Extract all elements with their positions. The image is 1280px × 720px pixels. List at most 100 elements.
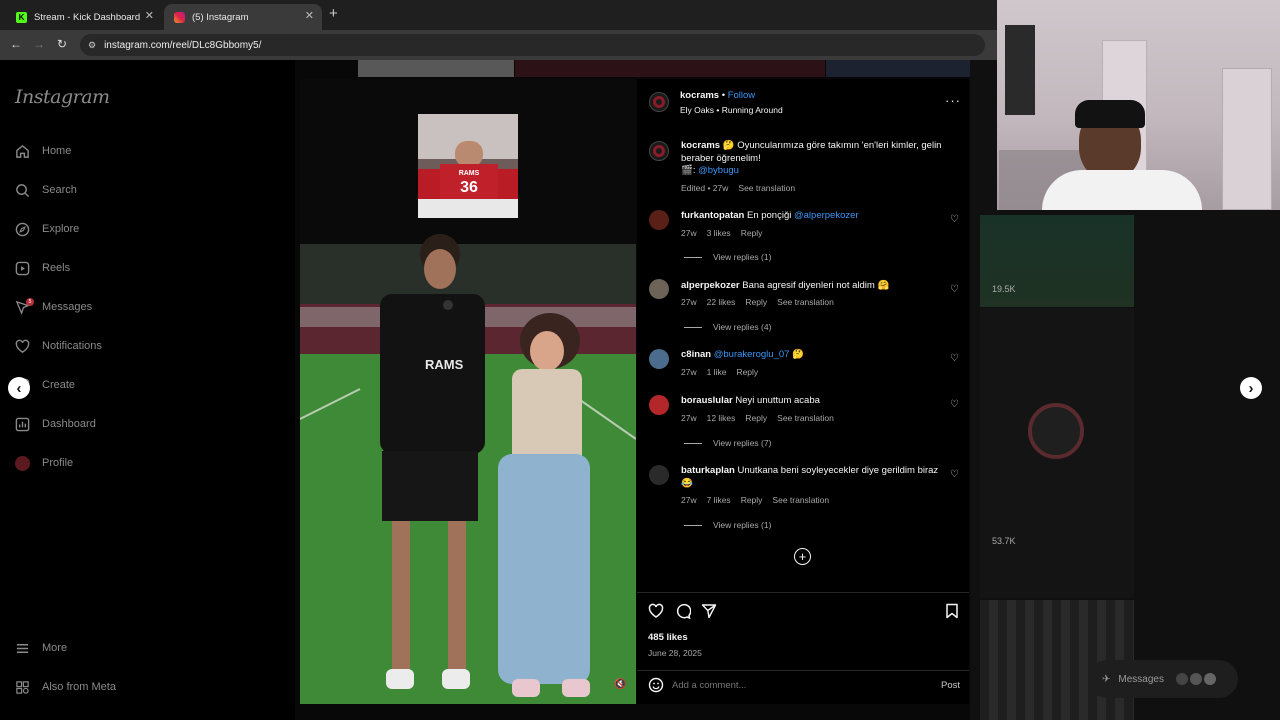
comment-text: 🤔 [789,349,804,360]
load-more-comments-icon[interactable]: + [794,548,811,565]
like-comment-icon[interactable]: ♡ [950,284,959,295]
forward-icon[interactable]: → [33,37,45,51]
caption-username[interactable]: kocrams [681,140,720,151]
likes-count[interactable]: 485 likes [648,632,688,645]
sidebar-item-label: Also from Meta [42,681,116,693]
comment-username[interactable]: c8inan [681,349,711,360]
avatar[interactable] [649,210,669,230]
chevron-right-icon: › [1248,379,1254,397]
comment-meta: 27w 1 like Reply [681,367,768,377]
post-audio[interactable]: Ely Oaks • Running Around [680,104,783,117]
like-comment-icon[interactable]: ♡ [950,399,959,410]
reload-icon[interactable]: ↻ [57,37,67,51]
comment-likes[interactable]: 1 like [707,367,727,377]
shirt-text: RAMS [425,357,464,372]
sidebar-item-more[interactable]: More [15,638,67,658]
see-translation-link[interactable]: See translation [772,495,829,505]
avatar[interactable] [649,141,669,161]
comment-icon[interactable] [675,603,692,622]
reply-button[interactable]: Reply [736,367,758,377]
more-options-icon[interactable]: ··· [945,93,961,108]
view-replies-button[interactable]: View replies (1) [684,252,771,262]
like-comment-icon[interactable]: ♡ [950,353,959,364]
like-icon[interactable] [648,603,664,622]
sidebar-item-also-from-meta[interactable]: Also from Meta [15,677,116,697]
avatar [1189,673,1202,685]
comment-text: En ponçiği [746,210,794,221]
post-comment-button[interactable]: Post [941,680,960,691]
reply-button[interactable]: Reply [741,228,763,238]
sidebar-item-label: Explore [42,223,80,235]
tab-instagram[interactable]: (5) Instagram ✕ [164,4,322,30]
messenger-icon: 5 [15,297,34,315]
sidebar-item-dashboard[interactable]: Dashboard [15,414,96,434]
emoji-icon[interactable] [648,677,664,696]
sidebar-item-profile[interactable]: Profile [15,453,73,473]
sidebar-item-messages[interactable]: 5 Messages [15,297,92,317]
mute-icon[interactable]: 🔇 [614,679,626,690]
save-icon[interactable] [944,603,960,622]
share-icon[interactable] [701,603,717,622]
site-settings-icon[interactable]: ⚙ [88,40,96,51]
view-replies-button[interactable]: View replies (1) [684,520,771,530]
comment-age: 27w [681,228,697,238]
jersey-text: RAMS [459,170,480,177]
new-tab-button[interactable]: + [329,5,338,22]
comment-text: Bana agresif diyenleri not aldim 🤗 [742,280,890,291]
view-replies-button[interactable]: View replies (4) [684,322,771,332]
close-icon[interactable]: ✕ [145,9,154,22]
background-thumbnail [826,60,986,77]
post-date: June 28, 2025 [648,648,702,658]
like-comment-icon[interactable]: ♡ [950,214,959,225]
view-replies-button[interactable]: View replies (7) [684,438,771,448]
url-field[interactable]: ⚙ instagram.com/reel/DLc8Gbbomy5/ [80,34,985,56]
sidebar-item-search[interactable]: Search [15,180,77,200]
comment-username[interactable]: alperpekozer [681,280,740,291]
back-icon[interactable]: ← [10,37,22,51]
kick-icon: K [16,11,27,23]
reply-button[interactable]: Reply [745,413,767,423]
next-post-button[interactable]: › [1240,377,1262,399]
avatar[interactable] [649,465,669,485]
avatar[interactable] [649,395,669,415]
comment-age: 27w [681,413,697,423]
reply-button[interactable]: Reply [745,297,767,307]
caption-mention[interactable]: @bybugu [698,165,739,176]
sidebar-item-home[interactable]: Home [15,141,71,161]
follow-button[interactable]: Follow [728,90,755,101]
post-panel: kocrams • Follow Ely Oaks • Running Arou… [637,79,969,704]
comment-likes[interactable]: 3 likes [707,228,731,238]
messages-pill[interactable]: ✈ Messages [1088,660,1238,698]
avatar[interactable] [649,349,669,369]
comment-likes[interactable]: 12 likes [707,413,736,423]
sidebar-item-reels[interactable]: Reels [15,258,70,278]
reel-video[interactable]: 36 RAMS RAMS 🔇 [300,79,636,704]
comment-text: Neyi unuttum acaba [735,395,820,406]
see-translation-link[interactable]: See translation [777,297,834,307]
comment-likes[interactable]: 22 likes [707,297,736,307]
views-count: 53.7K [992,536,1016,546]
comment-meta: 27w 3 likes Reply [681,228,772,238]
close-icon[interactable]: ✕ [305,9,314,22]
see-translation-link[interactable]: See translation [738,183,795,193]
avatar[interactable] [649,92,669,112]
post-username[interactable]: kocrams [680,90,719,101]
reply-button[interactable]: Reply [741,495,763,505]
comment-likes[interactable]: 7 likes [707,495,731,505]
see-translation-link[interactable]: See translation [777,413,834,423]
tab-kick-dashboard[interactable]: K Stream - Kick Dashboard ✕ [6,4,162,30]
comment-mention[interactable]: @alperpekozer [794,210,859,221]
comment-username[interactable]: furkantopatan [681,210,744,221]
like-comment-icon[interactable]: ♡ [950,469,959,480]
sidebar-item-notifications[interactable]: Notifications [15,336,102,356]
caption-meta: Edited • 27w See translation [681,183,805,193]
comment-mention[interactable]: @burakeroglu_07 [714,349,790,360]
avatar[interactable] [649,279,669,299]
previous-post-button[interactable]: ‹ [8,377,30,399]
instagram-logo[interactable]: Instagram [15,86,110,108]
comment-username[interactable]: baturkaplan [681,465,735,476]
sidebar-item-explore[interactable]: Explore [15,219,79,239]
reels-icon [15,261,30,276]
comment-input[interactable] [672,676,922,694]
comment-username[interactable]: borauslular [681,395,733,406]
